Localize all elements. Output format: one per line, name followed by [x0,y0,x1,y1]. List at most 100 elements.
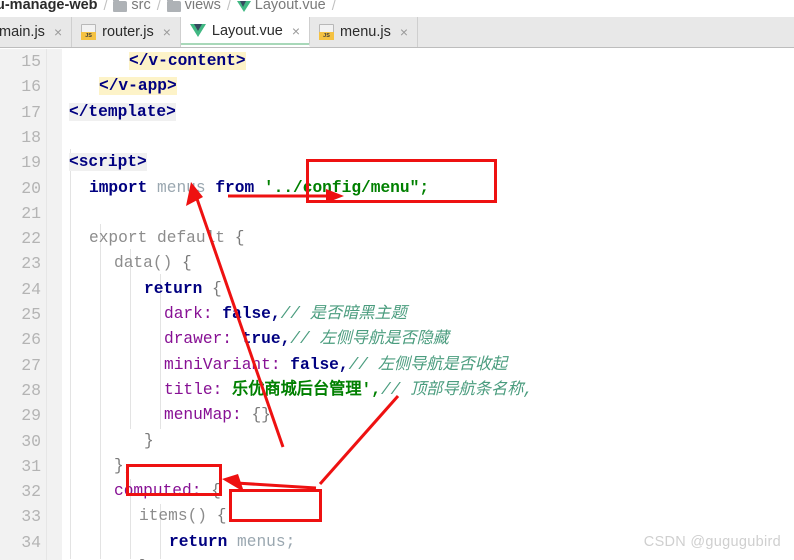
code-line: items() { [139,504,226,529]
token-comment-drawer: // 左侧导航是否隐藏 [290,330,449,349]
tab-label: main.js [0,24,45,40]
tab-menu-js[interactable]: menu.js × [310,17,419,47]
editor-tab-bar: main.js × router.js × Layout.vue × menu.… [0,17,794,48]
close-icon[interactable]: × [54,25,62,39]
token-value-false: false, [222,305,281,323]
breadcrumb-item-project[interactable]: u-manage-web [0,0,98,13]
line-number: 18 [21,127,41,147]
line-number: 24 [21,279,41,299]
token-prop-minivariant: miniVariant: [164,355,281,374]
code-line: return menus; [169,530,295,555]
line-number: 16 [21,77,41,97]
folder-icon [113,0,128,12]
token-return-keyword: return [169,532,228,551]
code-line: </v-content> [129,49,246,74]
line-number: 22 [21,229,41,249]
code-line: } [144,429,154,454]
token-brace-close-comma: }, [114,456,134,475]
token-items-method: items() [139,507,207,526]
js-file-icon [319,24,335,40]
line-number: 35 [21,555,41,560]
code-line: miniVariant: false,// 左侧导航是否收起 [164,353,507,378]
token-prop-drawer: drawer: [164,330,232,349]
token-data-method: data() [114,254,173,273]
vue-icon [236,0,251,12]
breadcrumb-separator: / [331,0,336,13]
token-export-keyword: export [89,229,148,248]
token-close-v-app: </v-app> [99,77,177,96]
close-icon[interactable]: × [292,24,300,38]
tab-router-js[interactable]: router.js × [72,17,181,47]
indent-guide [70,149,71,559]
code-line: import menus from '../config/menu"; [89,176,429,201]
code-line: </template> [69,100,176,125]
token-return-keyword: return [144,279,203,298]
breadcrumb-project-label: u-manage-web [0,0,98,13]
token-brace-open: { [234,229,245,248]
close-icon[interactable]: × [163,25,171,39]
token-close-v-content: </v-content> [129,52,246,70]
token-close-template: </template> [69,102,176,121]
breadcrumb-item-views[interactable]: views [166,0,221,13]
tab-label: Layout.vue [211,22,283,39]
token-prop-menumap: menuMap: [164,406,242,425]
token-import-keyword: import [89,178,148,197]
ide-window: u-manage-web / src / views / Layout.vue … [0,0,794,560]
indent-guide [100,224,101,559]
token-value-false: false, [290,355,349,374]
close-icon[interactable]: × [400,25,408,39]
code-line: </v-app> [99,74,177,99]
token-script-open: <script> [69,153,147,172]
line-number: 27 [21,355,41,375]
token-default-keyword: default [157,229,226,248]
code-line: computed: { [114,479,221,504]
token-value-true: true, [241,330,291,349]
token-brace-open: { [182,254,192,273]
code-editor[interactable]: 15 16 17 18 19 20 21 22 23 24 25 26 27 2… [0,49,794,560]
code-line: export default { [89,226,244,251]
code-line: }, [139,555,158,560]
line-number: 32 [21,482,41,502]
breadcrumb-separator: / [226,0,231,13]
breadcrumb-separator: / [156,0,161,13]
token-brace-open: { [216,507,227,526]
token-import-path: '../config/menu"; [263,178,430,197]
line-number: 26 [21,330,41,350]
code-line: menuMap: {} [164,403,271,428]
code-folding-gutter[interactable] [47,49,108,560]
line-number: 19 [21,153,41,173]
breadcrumb-views-label: views [184,0,221,13]
vue-file-icon [189,24,206,37]
breadcrumb-item-layout-vue[interactable]: Layout.vue [236,0,326,13]
line-number: 31 [21,456,41,476]
token-value-title: 乐优商城后台管理', [232,380,381,399]
breadcrumb-file-label: Layout.vue [254,0,326,13]
tab-label: menu.js [340,24,391,40]
token-comment-dark: // 是否暗黑主题 [280,305,407,323]
token-comment-title: // 顶部导航条名称, [380,380,534,399]
js-file-icon [81,24,97,40]
line-number: 20 [21,178,41,198]
token-prop-title: title: [164,380,223,399]
line-number: 23 [21,254,41,274]
line-number: 29 [21,406,41,426]
breadcrumb-src-label: src [131,0,151,13]
line-number: 15 [21,52,41,71]
tab-layout-vue[interactable]: Layout.vue × [180,17,311,47]
breadcrumb-separator: / [103,0,108,13]
line-number: 34 [21,532,41,552]
code-line: dark: false,// 是否暗黑主题 [164,302,407,327]
code-line: return { [144,277,222,302]
token-empty-object: {} [251,406,271,425]
code-text-area[interactable]: </v-content> </v-app> </template> <scrip… [62,49,794,560]
tab-main-js[interactable]: main.js × [0,17,73,47]
breadcrumb-item-src[interactable]: src [113,0,151,13]
token-brace-open: { [211,482,221,501]
code-line: drawer: true,// 左侧导航是否隐藏 [164,327,449,352]
line-number-gutter: 15 16 17 18 19 20 21 22 23 24 25 26 27 2… [0,49,47,560]
token-brace-close: } [144,431,154,450]
line-number: 33 [21,507,41,527]
line-number: 25 [21,305,41,324]
tab-label: router.js [102,24,154,40]
line-number: 21 [21,203,41,223]
